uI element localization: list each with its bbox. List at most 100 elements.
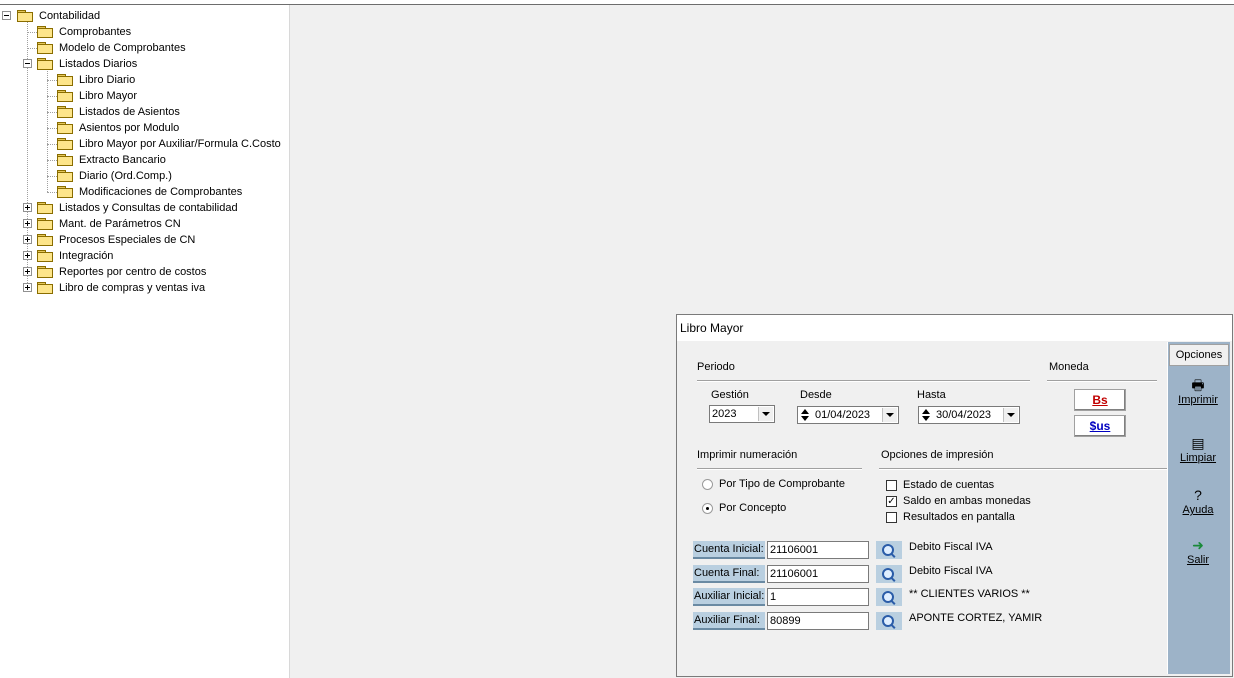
tree-connector — [47, 192, 57, 193]
tree-item-label: Listados de Asientos — [79, 106, 180, 118]
search-icon[interactable] — [876, 612, 902, 630]
por-concepto-label[interactable]: Por Concepto — [719, 502, 786, 514]
tree-connector — [47, 96, 57, 97]
hasta-value: 30/04/2023 — [936, 409, 992, 421]
moneda-sus-button[interactable]: $us — [1074, 415, 1126, 437]
folder-icon — [37, 202, 53, 214]
folder-icon — [57, 106, 73, 118]
estado-cuentas-checkbox[interactable] — [886, 480, 897, 491]
tree-item-label: Libro Mayor — [79, 90, 138, 102]
gestion-value: 2023 — [712, 408, 737, 420]
tree-item-label: Libro Diario — [79, 74, 136, 86]
folder-icon — [37, 266, 53, 278]
gestion-label: Gestión — [711, 389, 749, 401]
date-spinner-icon[interactable] — [799, 408, 812, 422]
tree-connector — [47, 69, 48, 192]
exit-icon: ➜ — [1192, 537, 1204, 553]
tree-item-label: Listados y Consultas de contabilidad — [59, 202, 238, 214]
auxiliar-final-input[interactable]: 80899 — [767, 612, 869, 630]
folder-icon — [57, 170, 73, 182]
folder-icon — [37, 250, 53, 262]
imprimir-label: Imprimir — [1178, 394, 1218, 406]
tree-connector — [27, 48, 37, 49]
moneda-heading: Moneda — [1049, 361, 1089, 373]
por-tipo-radio[interactable] — [702, 479, 713, 490]
tree-item-label: Reportes por centro de costos — [59, 266, 207, 278]
folder-icon — [57, 154, 73, 166]
tree-item-label: Modificaciones de Comprobantes — [79, 186, 243, 198]
tab-opciones[interactable]: Opciones — [1169, 344, 1229, 366]
tree-item-label: Listados Diarios — [59, 58, 138, 70]
expand-icon[interactable] — [23, 219, 32, 228]
collapse-icon[interactable] — [23, 59, 32, 68]
chevron-down-icon[interactable] — [758, 407, 773, 421]
ayuda-button[interactable]: ? Ayuda — [1178, 487, 1218, 516]
help-icon: ? — [1194, 487, 1202, 503]
cuenta-final-label: Cuenta Final: — [693, 565, 765, 583]
cuenta-final-desc: Debito Fiscal IVA — [909, 565, 993, 577]
chevron-down-icon[interactable] — [1003, 408, 1018, 422]
numeracion-heading: Imprimir numeración — [697, 449, 798, 461]
saldo-ambas-checkbox[interactable]: ✓ — [886, 496, 897, 507]
resultados-pantalla-label[interactable]: Resultados en pantalla — [903, 511, 1015, 523]
tree-item-label: Extracto Bancario — [79, 154, 166, 166]
tree-item-label: Modelo de Comprobantes — [59, 42, 186, 54]
printer-icon: 🖶 — [1191, 377, 1205, 393]
auxiliar-final-desc: APONTE CORTEZ, YAMIR — [909, 612, 1043, 624]
tree-item-label: Libro Mayor por Auxiliar/Formula C.Costo — [79, 138, 281, 150]
chevron-down-icon[interactable] — [882, 408, 897, 422]
folder-icon — [57, 122, 73, 134]
auxiliar-inicial-input[interactable]: 1 — [767, 588, 869, 606]
folder-icon — [37, 26, 53, 38]
salir-label: Salir — [1186, 554, 1209, 566]
salir-button[interactable]: ➜ Salir — [1178, 537, 1218, 566]
desde-date-picker[interactable]: 01/04/2023 — [797, 406, 899, 424]
cuenta-final-input[interactable]: 21106001 — [767, 565, 869, 583]
resultados-pantalla-checkbox[interactable] — [886, 512, 897, 523]
folder-icon — [57, 186, 73, 198]
estado-cuentas-label[interactable]: Estado de cuentas — [903, 479, 994, 491]
tree-item-label: Integración — [59, 250, 114, 262]
cuenta-inicial-label: Cuenta Inicial: — [693, 541, 765, 559]
saldo-ambas-label[interactable]: Saldo en ambas monedas — [903, 495, 1031, 507]
search-icon[interactable] — [876, 541, 902, 559]
menu-tree: Contabilidad Comprobantes Modelo de Comp… — [0, 5, 290, 678]
tree-item-label: Comprobantes — [59, 26, 132, 38]
cuenta-inicial-input[interactable]: 21106001 — [767, 541, 869, 559]
hasta-date-picker[interactable]: 30/04/2023 — [918, 406, 1020, 424]
expand-icon[interactable] — [23, 203, 32, 212]
expand-icon[interactable] — [23, 283, 32, 292]
limpiar-button[interactable]: ▤ Limpiar — [1178, 435, 1218, 464]
moneda-divider — [1047, 380, 1157, 382]
expand-icon[interactable] — [23, 267, 32, 276]
folder-icon — [37, 218, 53, 230]
tree-connector — [47, 80, 57, 81]
ayuda-label: Ayuda — [1182, 504, 1214, 516]
tree-item-label: Diario (Ord.Comp.) — [79, 170, 172, 182]
dialog-title: Libro Mayor — [677, 315, 1232, 341]
cuenta-inicial-desc: Debito Fiscal IVA — [909, 541, 993, 553]
folder-icon — [37, 282, 53, 294]
date-spinner-icon[interactable] — [920, 408, 933, 422]
limpiar-label: Limpiar — [1179, 452, 1217, 464]
tree-connector — [47, 128, 57, 129]
folder-icon — [37, 58, 53, 70]
collapse-icon[interactable] — [2, 11, 11, 20]
gestion-select[interactable]: 2023 — [709, 405, 775, 423]
tree-item-label: Contabilidad — [39, 10, 101, 22]
desde-label: Desde — [800, 389, 832, 401]
folder-icon — [17, 10, 33, 22]
clean-icon: ▤ — [1191, 435, 1205, 451]
search-icon[interactable] — [876, 588, 902, 606]
tree-connector — [47, 160, 57, 161]
opciones-impresion-divider — [879, 468, 1167, 470]
search-icon[interactable] — [876, 565, 902, 583]
moneda-bs-button[interactable]: Bs — [1074, 389, 1126, 411]
tree-item-label: Asientos por Modulo — [79, 122, 180, 134]
por-concepto-radio[interactable] — [702, 503, 713, 514]
auxiliar-inicial-label: Auxiliar Inicial: — [693, 588, 765, 606]
expand-icon[interactable] — [23, 251, 32, 260]
imprimir-button[interactable]: 🖶 Imprimir — [1178, 377, 1218, 406]
por-tipo-label[interactable]: Por Tipo de Comprobante — [719, 478, 845, 490]
expand-icon[interactable] — [23, 235, 32, 244]
